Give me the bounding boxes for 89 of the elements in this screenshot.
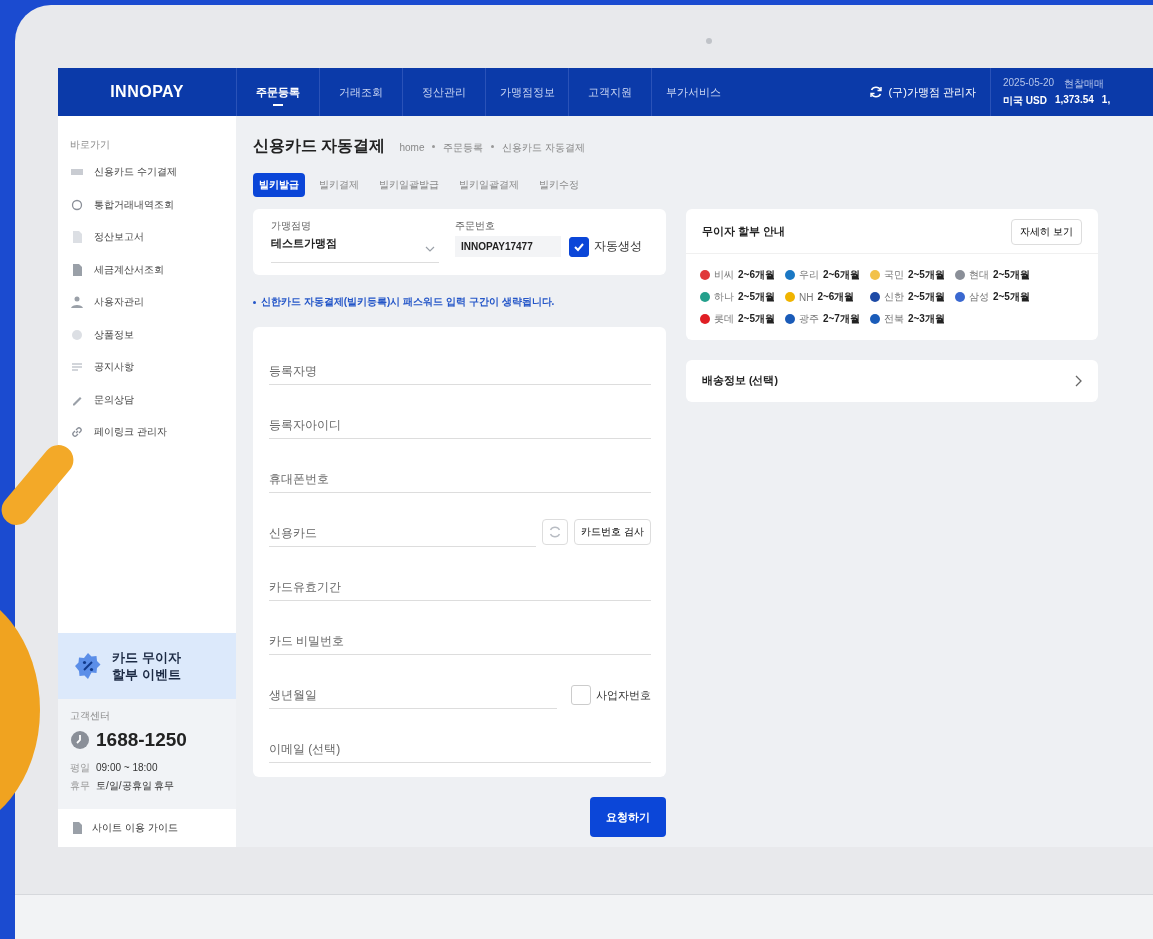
hours-value: 09:00 ~ 18:00 — [96, 761, 158, 776]
rate-currency: 미국 USD — [1003, 93, 1047, 108]
shipping-row[interactable]: 배송정보 (선택) — [686, 360, 1098, 402]
installment-term: 2~5개월 — [738, 312, 775, 326]
rate-value: 1, — [1101, 93, 1111, 107]
person-icon — [70, 295, 84, 310]
input-field[interactable]: 등록자아이디 — [269, 412, 651, 439]
chevron-right-icon — [1074, 375, 1082, 387]
hours-label: 휴무 — [70, 779, 90, 794]
rate-date: 2025-05-20 — [1003, 76, 1055, 90]
bank-name: 현대 — [968, 268, 989, 282]
sidebar-item[interactable]: 상품정보 — [58, 318, 236, 351]
checkbox[interactable] — [569, 236, 589, 257]
document-icon — [70, 230, 84, 245]
installment-term: 2~3개월 — [907, 312, 945, 326]
breadcrumb-separator — [491, 145, 495, 148]
clock-icon — [70, 730, 90, 751]
logo: INNOPAY — [109, 83, 185, 101]
nav-tab[interactable]: 부가서비스 — [651, 68, 734, 116]
sidebar-item[interactable]: 공지사항 — [58, 351, 236, 384]
order-number-field[interactable]: INNOPAY17477 — [455, 236, 561, 257]
checkbox-label: 사업자번호 — [596, 687, 651, 703]
camera-icon — [706, 38, 712, 44]
document-icon — [70, 821, 84, 836]
bank-name: 광주 — [798, 312, 819, 326]
installment-term: 2~5개월 — [992, 290, 1030, 304]
merchant-select[interactable]: 가맹점명 테스트가맹점 — [271, 219, 439, 263]
installment-term: 2~5개월 — [907, 268, 945, 282]
tab[interactable]: 빌키발급 — [253, 173, 305, 197]
sidebar-item[interactable]: 통합거래내역조회 — [58, 188, 236, 221]
bank-name: 전북 — [883, 312, 904, 326]
bank-name: 롯데 — [714, 312, 734, 326]
nav-tab[interactable]: 정산관리 — [402, 68, 485, 116]
notice-text: 신한카드 자동결제(빌키등록)시 패스워드 입력 구간이 생략됩니다. — [253, 295, 666, 309]
installment-term: 2~7개월 — [822, 312, 860, 326]
sidebar-item[interactable]: 신용카드 수기결제 — [58, 156, 236, 189]
sidebar-heading: 바로가기 — [69, 138, 111, 152]
bank-name: 우리 — [798, 268, 819, 282]
details-button[interactable]: 자세히 보기 — [1011, 219, 1082, 245]
input-field[interactable]: 카드유효기간 — [269, 574, 651, 601]
installment-term: 2~5개월 — [738, 290, 775, 304]
phone-number: 1688-1250 — [96, 729, 187, 752]
installment-term: 2~6개월 — [817, 290, 855, 304]
nav-tab[interactable]: 고객지원 — [568, 68, 651, 116]
input-field[interactable]: 신용카드 — [269, 520, 537, 547]
bank-name: 신한 — [883, 290, 904, 304]
refresh-icon[interactable] — [868, 85, 883, 99]
input-field[interactable]: 휴대폰번호 — [269, 466, 651, 493]
bank-name: NH — [798, 291, 814, 303]
breadcrumb-separator — [432, 145, 436, 148]
page-title: 신용카드 자동결제 — [253, 136, 386, 156]
percent-badge-icon — [74, 652, 102, 681]
sidebar-item[interactable]: 사용자관리 — [58, 286, 236, 319]
sidebar-item[interactable]: 페이링크 관리자 — [58, 416, 236, 449]
chevron-down-icon — [425, 246, 435, 252]
submit-button[interactable]: 요청하기 — [590, 797, 666, 837]
document-icon — [70, 262, 84, 277]
support-heading: 고객센터 — [70, 709, 111, 724]
bank-name: 삼성 — [968, 290, 989, 304]
installment-term: 2~6개월 — [822, 268, 860, 282]
field-label: 주문번호 — [455, 219, 496, 233]
nav-tab[interactable]: 가맹점정보 — [485, 68, 568, 116]
account-name[interactable]: (구)가맹점 관리자 — [888, 84, 976, 100]
sidebar-item[interactable]: 문의상담 — [58, 383, 236, 416]
rate-type: 현찰매매 — [1064, 76, 1105, 91]
nav-tab[interactable]: 거래조회 — [319, 68, 402, 116]
bank-name: 비씨 — [714, 268, 734, 282]
installment-term: 2~5개월 — [907, 290, 945, 304]
input-field[interactable]: 카드 비밀번호 — [269, 628, 651, 655]
installment-term: 2~6개월 — [738, 268, 775, 282]
nav-tab[interactable]: 주문등록 — [236, 68, 319, 116]
rate-value: 1,373.54 — [1054, 93, 1094, 107]
checkbox-label: 자동생성 — [594, 238, 642, 255]
circle-icon — [70, 197, 84, 212]
link-icon — [70, 425, 84, 440]
hours-value: 토/일/공휴일 휴무 — [96, 779, 175, 794]
hours-label: 평일 — [70, 761, 90, 776]
bank-name: 하나 — [714, 290, 734, 304]
card-check-button[interactable]: 카드번호 검사 — [574, 519, 651, 545]
input-field[interactable]: 등록자명 — [269, 358, 651, 385]
promo-banner[interactable]: 카드 무이자 할부 이벤트 — [58, 633, 236, 700]
input-field[interactable]: 이메일 (선택) — [269, 736, 651, 763]
card-title: 무이자 할부 안내 — [702, 225, 785, 239]
sidebar-item[interactable]: 정산보고서 — [58, 221, 236, 254]
input-field[interactable]: 생년월일 — [269, 682, 557, 709]
bank-name: 국민 — [883, 268, 904, 282]
installment-term: 2~5개월 — [992, 268, 1030, 282]
sidebar-item[interactable]: 세금계산서조회 — [58, 253, 236, 286]
refresh-icon — [548, 525, 563, 539]
